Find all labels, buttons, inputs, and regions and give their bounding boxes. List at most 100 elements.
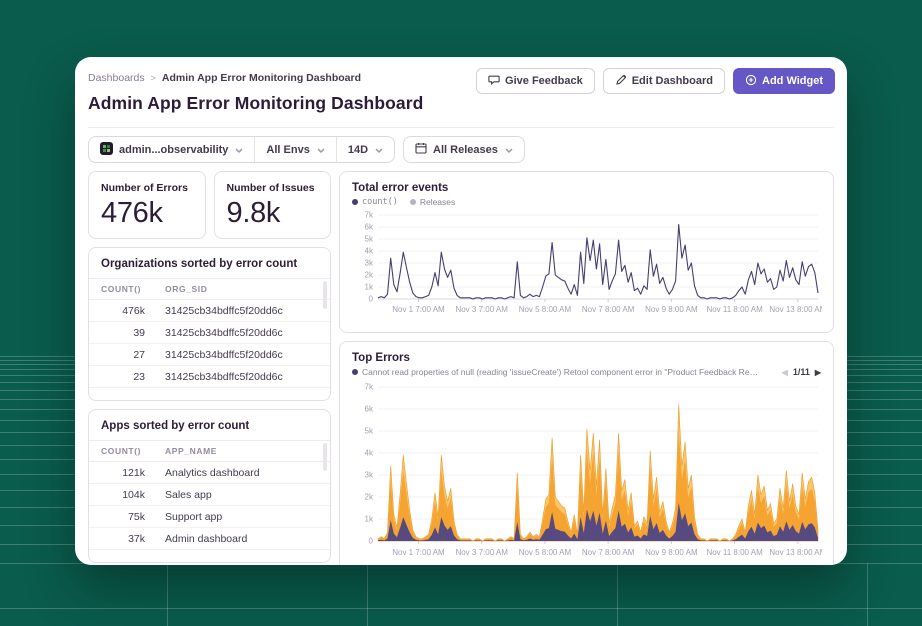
releases-filter[interactable]: All Releases <box>404 137 524 162</box>
stat-value: 476k <box>101 197 193 230</box>
chevron-down-icon <box>235 144 243 156</box>
table-header: COUNT() ORG_SID <box>89 278 330 300</box>
svg-text:Nov 13 8:00 AM: Nov 13 8:00 AM <box>769 305 822 314</box>
edit-dashboard-button[interactable]: Edit Dashboard <box>603 68 725 94</box>
project-filter-label: admin...observability <box>119 144 228 156</box>
top-errors-chart[interactable]: 01k2k3k4k5k6k7kNov 1 7:00 AMNov 3 7:00 A… <box>352 381 822 561</box>
cell-value: Support app <box>165 511 318 523</box>
background-grid-line <box>617 563 618 626</box>
cell-count: 121k <box>101 467 145 479</box>
header-actions: Give Feedback Edit Dashboard Add Widget <box>476 68 835 94</box>
legend-top-error[interactable]: Cannot read properties of null (reading … <box>352 367 762 377</box>
scrollbar[interactable] <box>323 281 327 309</box>
chevron-down-icon <box>317 144 325 156</box>
give-feedback-button[interactable]: Give Feedback <box>476 68 595 94</box>
project-filter[interactable]: admin...observability <box>89 137 254 162</box>
table-row[interactable]: 23 31425cb34bdffc5f20dd6c <box>89 366 330 388</box>
table-row[interactable]: 121kAnalytics dashboard <box>89 462 330 484</box>
chart-legend: Cannot read properties of null (reading … <box>352 367 821 377</box>
widget-number-of-errors[interactable]: Number of Errors 476k <box>88 171 206 239</box>
chart-title: Total error events <box>352 182 821 194</box>
svg-text:Nov 11 8:00 AM: Nov 11 8:00 AM <box>706 548 763 557</box>
svg-text:Nov 11 8:00 AM: Nov 11 8:00 AM <box>706 305 763 314</box>
background-grid-line <box>167 563 168 626</box>
cell-count: 39 <box>101 327 145 339</box>
cell-count: 27 <box>101 349 145 361</box>
plus-circle-icon <box>745 74 757 89</box>
cell-value: 31425cb34bdffc5f20dd6c <box>165 305 318 317</box>
cell-count: 75k <box>101 511 145 523</box>
legend-pagination: ◀ 1/11 ▶ <box>782 367 821 377</box>
table-row[interactable]: 104k Sales app <box>89 484 330 506</box>
environment-filter[interactable]: All Envs <box>254 137 335 162</box>
breadcrumb-current: Admin App Error Monitoring Dashboard <box>162 72 361 84</box>
table-row[interactable]: 2731425cb34bdffc5f20dd6c <box>89 344 330 366</box>
svg-text:Nov 1 7:00 AM: Nov 1 7:00 AM <box>392 548 445 557</box>
stat-value: 9.8k <box>227 197 319 230</box>
cell-count: 476k <box>101 305 145 317</box>
table-row[interactable]: 39 31425cb34bdffc5f20dd6c <box>89 322 330 344</box>
widget-top-errors[interactable]: Top Errors Cannot read properties of nul… <box>339 341 834 565</box>
svg-text:2k: 2k <box>365 493 374 502</box>
svg-text:1k: 1k <box>365 515 374 524</box>
svg-text:Nov 13 8:00 AM: Nov 13 8:00 AM <box>769 548 822 557</box>
svg-text:Nov 7 8:00 AM: Nov 7 8:00 AM <box>582 305 635 314</box>
chevron-down-icon <box>375 144 383 156</box>
environment-filter-label: All Envs <box>266 144 309 156</box>
column-header-count: COUNT() <box>101 284 145 294</box>
next-page-icon[interactable]: ▶ <box>815 368 821 377</box>
legend-count[interactable]: count() <box>352 197 398 207</box>
breadcrumb-dashboards-link[interactable]: Dashboards <box>88 72 145 84</box>
cell-value: 31425cb34bdffc5f20dd6c <box>165 371 318 383</box>
page-title: Admin App Error Monitoring Dashboard <box>88 93 834 114</box>
svg-text:Nov 9 8:00 AM: Nov 9 8:00 AM <box>645 305 698 314</box>
filter-bar: admin...observability All Envs 14D All R… <box>75 128 847 169</box>
releases-filter-group: All Releases <box>403 136 525 163</box>
give-feedback-label: Give Feedback <box>505 75 583 87</box>
widget-title: Apps sorted by error count <box>89 410 330 440</box>
widget-number-of-issues[interactable]: Number of Issues 9.8k <box>214 171 332 239</box>
svg-text:3k: 3k <box>365 471 374 480</box>
cell-count: 37k <box>101 533 145 545</box>
background-grid-line <box>0 608 922 609</box>
legend-dot <box>352 199 358 205</box>
svg-text:5k: 5k <box>365 427 374 436</box>
previous-page-icon[interactable]: ◀ <box>782 368 788 377</box>
edit-dashboard-label: Edit Dashboard <box>632 75 713 87</box>
add-widget-button[interactable]: Add Widget <box>733 68 835 94</box>
svg-text:0: 0 <box>369 537 374 546</box>
legend-dot <box>352 369 358 375</box>
svg-text:6k: 6k <box>365 223 374 232</box>
chevron-down-icon <box>505 144 513 156</box>
svg-text:3k: 3k <box>365 259 374 268</box>
cell-value: 31425cb34bdffc5f20dd6c <box>165 327 318 339</box>
svg-text:Nov 3 7:00 AM: Nov 3 7:00 AM <box>455 548 508 557</box>
background-grid-line <box>367 563 368 626</box>
widget-apps-table: Apps sorted by error count COUNT() APP_N… <box>88 409 331 563</box>
table-row[interactable]: 476k 31425cb34bdffc5f20dd6c <box>89 300 330 322</box>
legend-releases[interactable]: Releases <box>410 197 455 207</box>
widget-title: Organizations sorted by error count <box>89 248 330 278</box>
chart-legend: count() Releases <box>352 197 821 207</box>
cell-value: Sales app <box>165 489 318 501</box>
cell-value: Admin dashboard <box>165 533 318 545</box>
column-header-count: COUNT() <box>101 446 145 456</box>
table-row[interactable]: 75k Support app <box>89 506 330 528</box>
stat-label: Number of Errors <box>101 182 193 194</box>
cell-count: 104k <box>101 489 145 501</box>
total-error-events-chart[interactable]: 01k2k3k4k5k6k7kNov 1 7:00 AMNov 3 7:00 A… <box>352 211 822 317</box>
header: Dashboards > Admin App Error Monitoring … <box>75 57 847 128</box>
widget-total-error-events[interactable]: Total error events count() Releases 01k2… <box>339 171 834 333</box>
svg-text:1k: 1k <box>365 283 374 292</box>
svg-text:6k: 6k <box>365 405 374 414</box>
date-range-filter[interactable]: 14D <box>336 137 394 162</box>
scrollbar[interactable] <box>323 443 327 471</box>
table-row[interactable]: 37k Admin dashboard <box>89 528 330 550</box>
dashboard-grid: Number of Errors 476k Number of Issues 9… <box>75 169 847 565</box>
chart-title: Top Errors <box>352 352 821 364</box>
cell-count: 23 <box>101 371 145 383</box>
legend-dot <box>410 199 416 205</box>
svg-text:4k: 4k <box>365 449 374 458</box>
table-header: COUNT() APP_NAME <box>89 440 330 462</box>
project-avatar-icon <box>100 142 113 158</box>
